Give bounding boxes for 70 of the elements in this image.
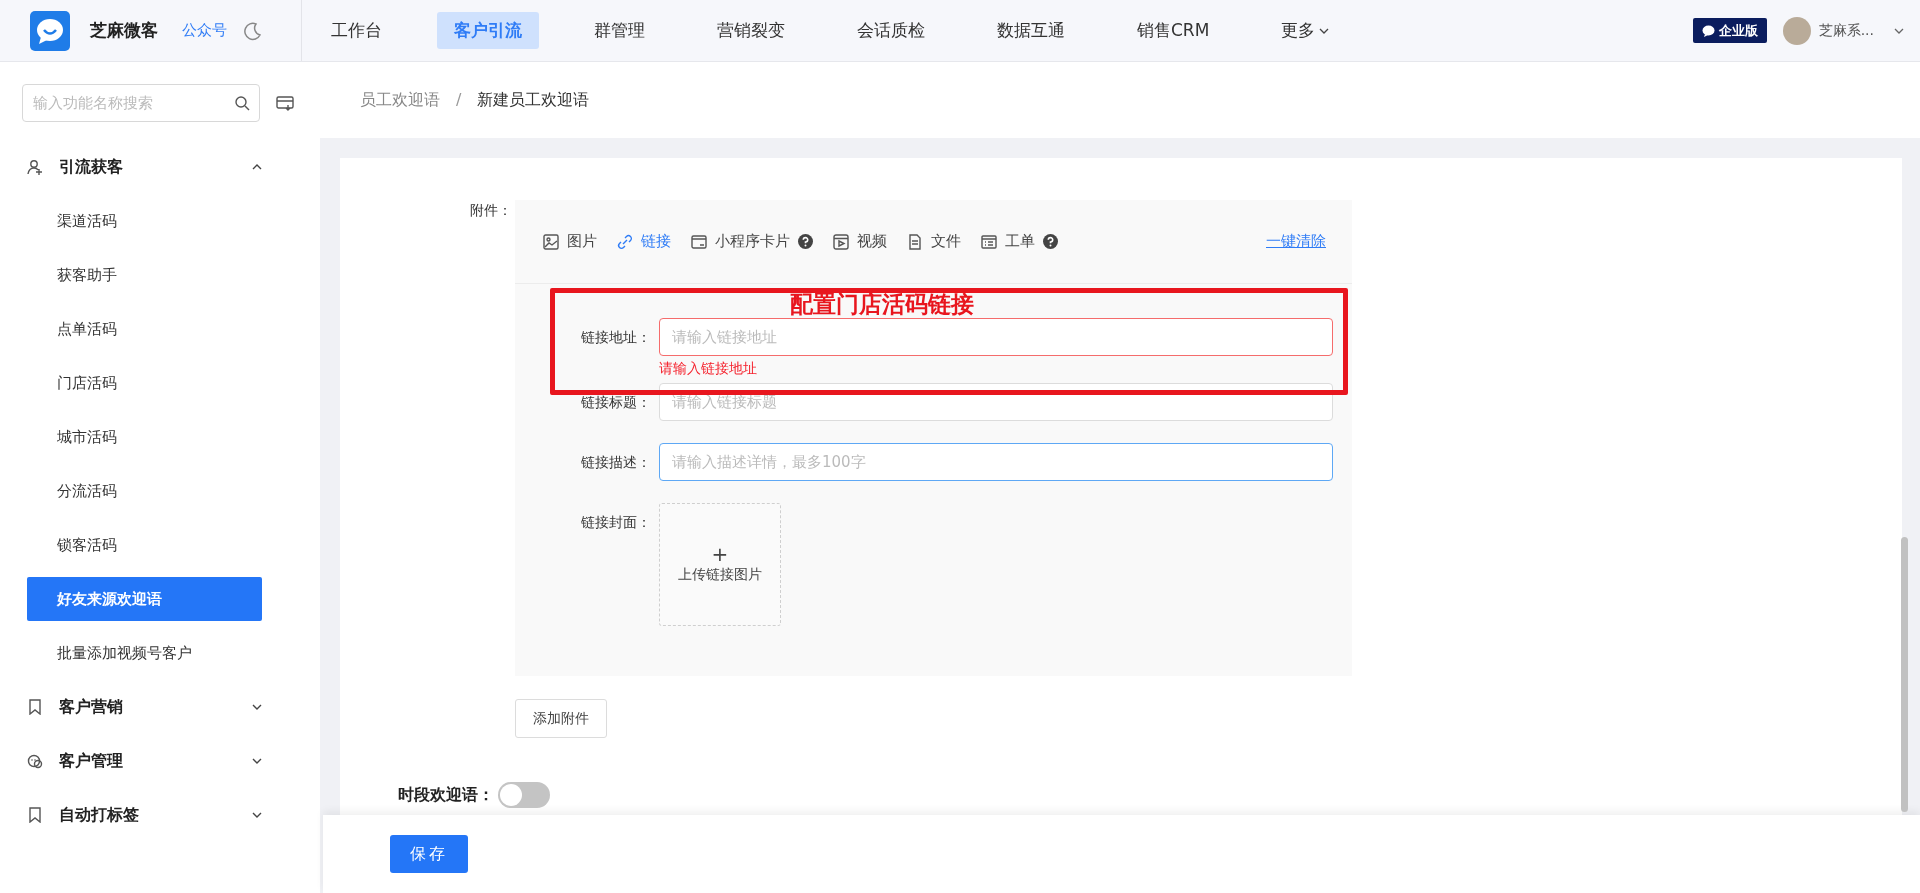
nav-tab[interactable]: 工作台	[314, 11, 399, 50]
attachment-type-tab[interactable]: 链接	[617, 230, 671, 253]
upload-area[interactable]: + 上传链接图片	[659, 503, 781, 626]
clear-all-link[interactable]: 一键清除	[1266, 230, 1326, 253]
attachment-type-tab[interactable]: 图片	[543, 230, 597, 253]
brand-name: 芝麻微客	[90, 18, 158, 42]
menu-item[interactable]: 好友来源欢迎语	[27, 577, 262, 621]
menu-item[interactable]: 批量添加视频号客户	[27, 631, 262, 675]
chevron-down-icon[interactable]	[1894, 26, 1904, 35]
field-label: 链接地址：	[580, 328, 651, 347]
moon-icon[interactable]	[243, 20, 263, 41]
logo-icon	[30, 10, 70, 51]
attachment-type-tab[interactable]: 文件	[907, 230, 961, 253]
list-icon	[981, 233, 997, 250]
nav-tab[interactable]: 营销裂变	[700, 11, 802, 50]
field-label: 链接描述：	[580, 453, 651, 472]
attachment-type-tab[interactable]: 工单	[981, 230, 1035, 253]
upload-label: 上传链接图片	[678, 565, 762, 584]
menu-item[interactable]: 分流活码	[27, 469, 262, 513]
menu-group[interactable]: 客户营销	[0, 680, 292, 734]
add-attachment-button[interactable]: 添加附件	[515, 699, 607, 738]
toggle-label: 时段欢迎语：	[398, 784, 494, 806]
menu-item[interactable]: 城市活码	[27, 415, 262, 459]
more-menu[interactable]: 更多	[1264, 11, 1347, 50]
annotation-text: 配置门店活码链接	[790, 293, 974, 316]
user-name[interactable]: 芝麻系...	[1818, 20, 1874, 41]
caret-icon	[1319, 26, 1330, 35]
attachment-type-tab[interactable]: 小程序卡片	[691, 230, 790, 253]
chat-icon	[27, 753, 43, 769]
menu-item[interactable]: 点单活码	[27, 307, 262, 351]
menu-item[interactable]: 渠道活码	[27, 199, 262, 243]
person-icon	[27, 159, 43, 175]
edition-badge: 企业版	[1692, 17, 1767, 44]
video-icon	[833, 233, 849, 250]
link-icon	[617, 233, 633, 250]
menu-item[interactable]: 获客助手	[27, 253, 262, 297]
account-link[interactable]: 公众号	[182, 19, 227, 42]
nav-tab[interactable]: 数据互通	[980, 11, 1082, 50]
card-icon	[691, 233, 707, 250]
input-field[interactable]: 请输入链接地址	[659, 318, 1333, 356]
bookmark-icon	[27, 807, 43, 823]
menu-group[interactable]: 自动打标签	[0, 788, 292, 842]
image-icon	[543, 233, 559, 250]
menu-group[interactable]: 客户管理	[0, 734, 292, 788]
scrollbar[interactable]	[1901, 537, 1908, 812]
field-label: 链接标题：	[580, 393, 651, 412]
save-button[interactable]: 保存	[390, 835, 468, 873]
search-field[interactable]: 输入功能名称搜索	[22, 84, 260, 122]
document-icon	[907, 233, 923, 250]
attachment-label: 附件：	[469, 201, 513, 220]
error-message: 请输入链接地址	[659, 359, 758, 378]
menu-group[interactable]: 引流获客	[0, 140, 292, 194]
input-field[interactable]: 请输入描述详情，最多100字	[659, 443, 1333, 481]
breadcrumb-current: 新建员工欢迎语	[477, 89, 590, 111]
panel-icon[interactable]	[276, 95, 294, 111]
menu-item[interactable]: 门店活码	[27, 361, 262, 405]
attachment-type-tab[interactable]: 视频	[833, 230, 887, 253]
breadcrumb-separator: /	[456, 89, 462, 111]
field-label: 链接封面：	[580, 513, 651, 532]
nav-tab[interactable]: 会话质检	[840, 11, 942, 50]
nav-tab[interactable]: 群管理	[577, 11, 662, 50]
plus-sign: +	[711, 544, 729, 564]
chat-bubble-icon	[1701, 24, 1715, 37]
nav-tab[interactable]: 销售CRM	[1120, 11, 1227, 50]
bookmark-icon	[27, 699, 43, 715]
breadcrumb-link[interactable]: 员工欢迎语	[360, 88, 440, 112]
menu-item[interactable]: 锁客活码	[27, 523, 262, 567]
avatar[interactable]	[1782, 16, 1811, 45]
search-icon	[234, 95, 250, 111]
toggle-switch[interactable]	[498, 782, 550, 808]
